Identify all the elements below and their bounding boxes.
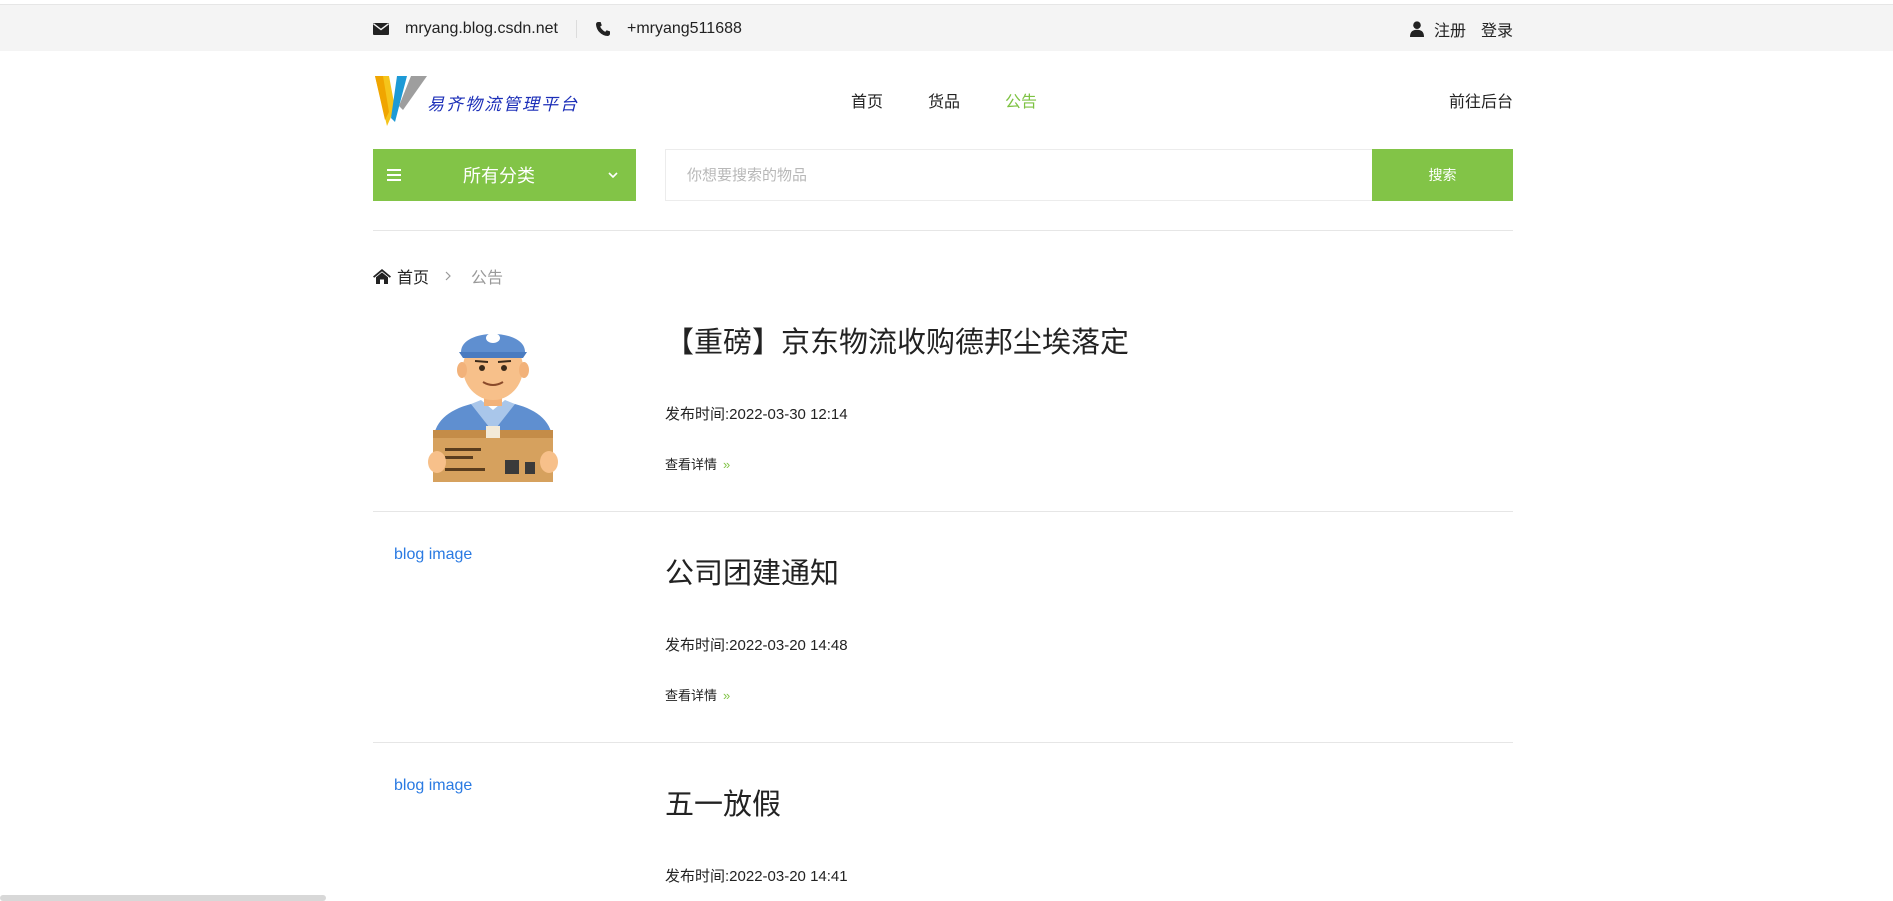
menu-icon	[387, 169, 401, 181]
all-categories-button[interactable]: 所有分类	[373, 149, 636, 201]
user-icon	[1409, 20, 1424, 37]
logo-text: 易齐物流管理平台	[427, 95, 579, 115]
divider	[373, 742, 1513, 743]
main-nav: 首页 货品 公告	[851, 88, 1082, 112]
search-input[interactable]	[666, 150, 1372, 200]
auth-links: 注册 登录	[1409, 17, 1513, 41]
post-date: 发布时间:2022-03-30 12:14	[665, 406, 848, 423]
read-more-link[interactable]: 查看详情 »	[665, 685, 730, 704]
header: 易齐物流管理平台 首页 货品 公告 前往后台	[373, 74, 1513, 128]
post-image[interactable]: blog image	[394, 777, 472, 795]
contact-email: mryang.blog.csdn.net	[373, 20, 558, 38]
divider	[373, 230, 1513, 231]
post-title[interactable]: 【重磅】京东物流收购德邦尘埃落定	[665, 319, 1129, 361]
post-title[interactable]: 公司团建通知	[665, 550, 839, 592]
post-date: 发布时间:2022-03-20 14:41	[665, 868, 848, 885]
nav-goods[interactable]: 货品	[928, 88, 960, 112]
image-alt-text: blog image	[394, 777, 473, 794]
home-icon	[373, 268, 391, 284]
admin-link[interactable]: 前往后台	[1449, 88, 1513, 112]
nav-home[interactable]: 首页	[851, 88, 883, 112]
nav-notices[interactable]: 公告	[1005, 88, 1037, 112]
register-link[interactable]: 注册	[1434, 17, 1466, 41]
divider	[575, 19, 577, 38]
read-more-label: 查看详情	[665, 688, 718, 703]
breadcrumb-current: 公告	[471, 270, 504, 287]
all-categories-label: 所有分类	[463, 166, 535, 186]
search-bar: 搜索	[665, 149, 1513, 201]
post-title[interactable]: 五一放假	[665, 781, 781, 823]
envelope-icon	[373, 22, 389, 35]
login-link[interactable]: 登录	[1481, 17, 1513, 41]
contact-phone: +mryang511688	[595, 20, 742, 38]
image-alt-text: blog image	[394, 546, 473, 563]
breadcrumb-home[interactable]: 首页	[397, 264, 429, 288]
phone-text: +mryang511688	[626, 19, 742, 37]
chevron-right-icon	[445, 271, 451, 281]
breadcrumb: 首页 公告	[373, 264, 503, 288]
search-button[interactable]: 搜索	[1372, 149, 1513, 201]
post-image[interactable]: blog image	[394, 546, 472, 564]
logo-mark	[375, 76, 427, 126]
chevron-down-icon	[608, 172, 618, 178]
read-more-link[interactable]: 查看详情 »	[665, 454, 730, 473]
double-chevron-right-icon: »	[723, 688, 731, 703]
horizontal-scrollbar[interactable]	[0, 895, 326, 901]
phone-icon	[595, 21, 610, 36]
divider	[373, 511, 1513, 512]
post-image-courier[interactable]	[393, 312, 593, 482]
double-chevron-right-icon: »	[723, 457, 731, 472]
top-bar: mryang.blog.csdn.net +mryang511688 注册 登录	[0, 4, 1893, 51]
post-date: 发布时间:2022-03-20 14:48	[665, 637, 848, 654]
read-more-label: 查看详情	[665, 457, 718, 472]
logo[interactable]: 易齐物流管理平台	[373, 74, 577, 128]
email-text: mryang.blog.csdn.net	[405, 19, 558, 37]
